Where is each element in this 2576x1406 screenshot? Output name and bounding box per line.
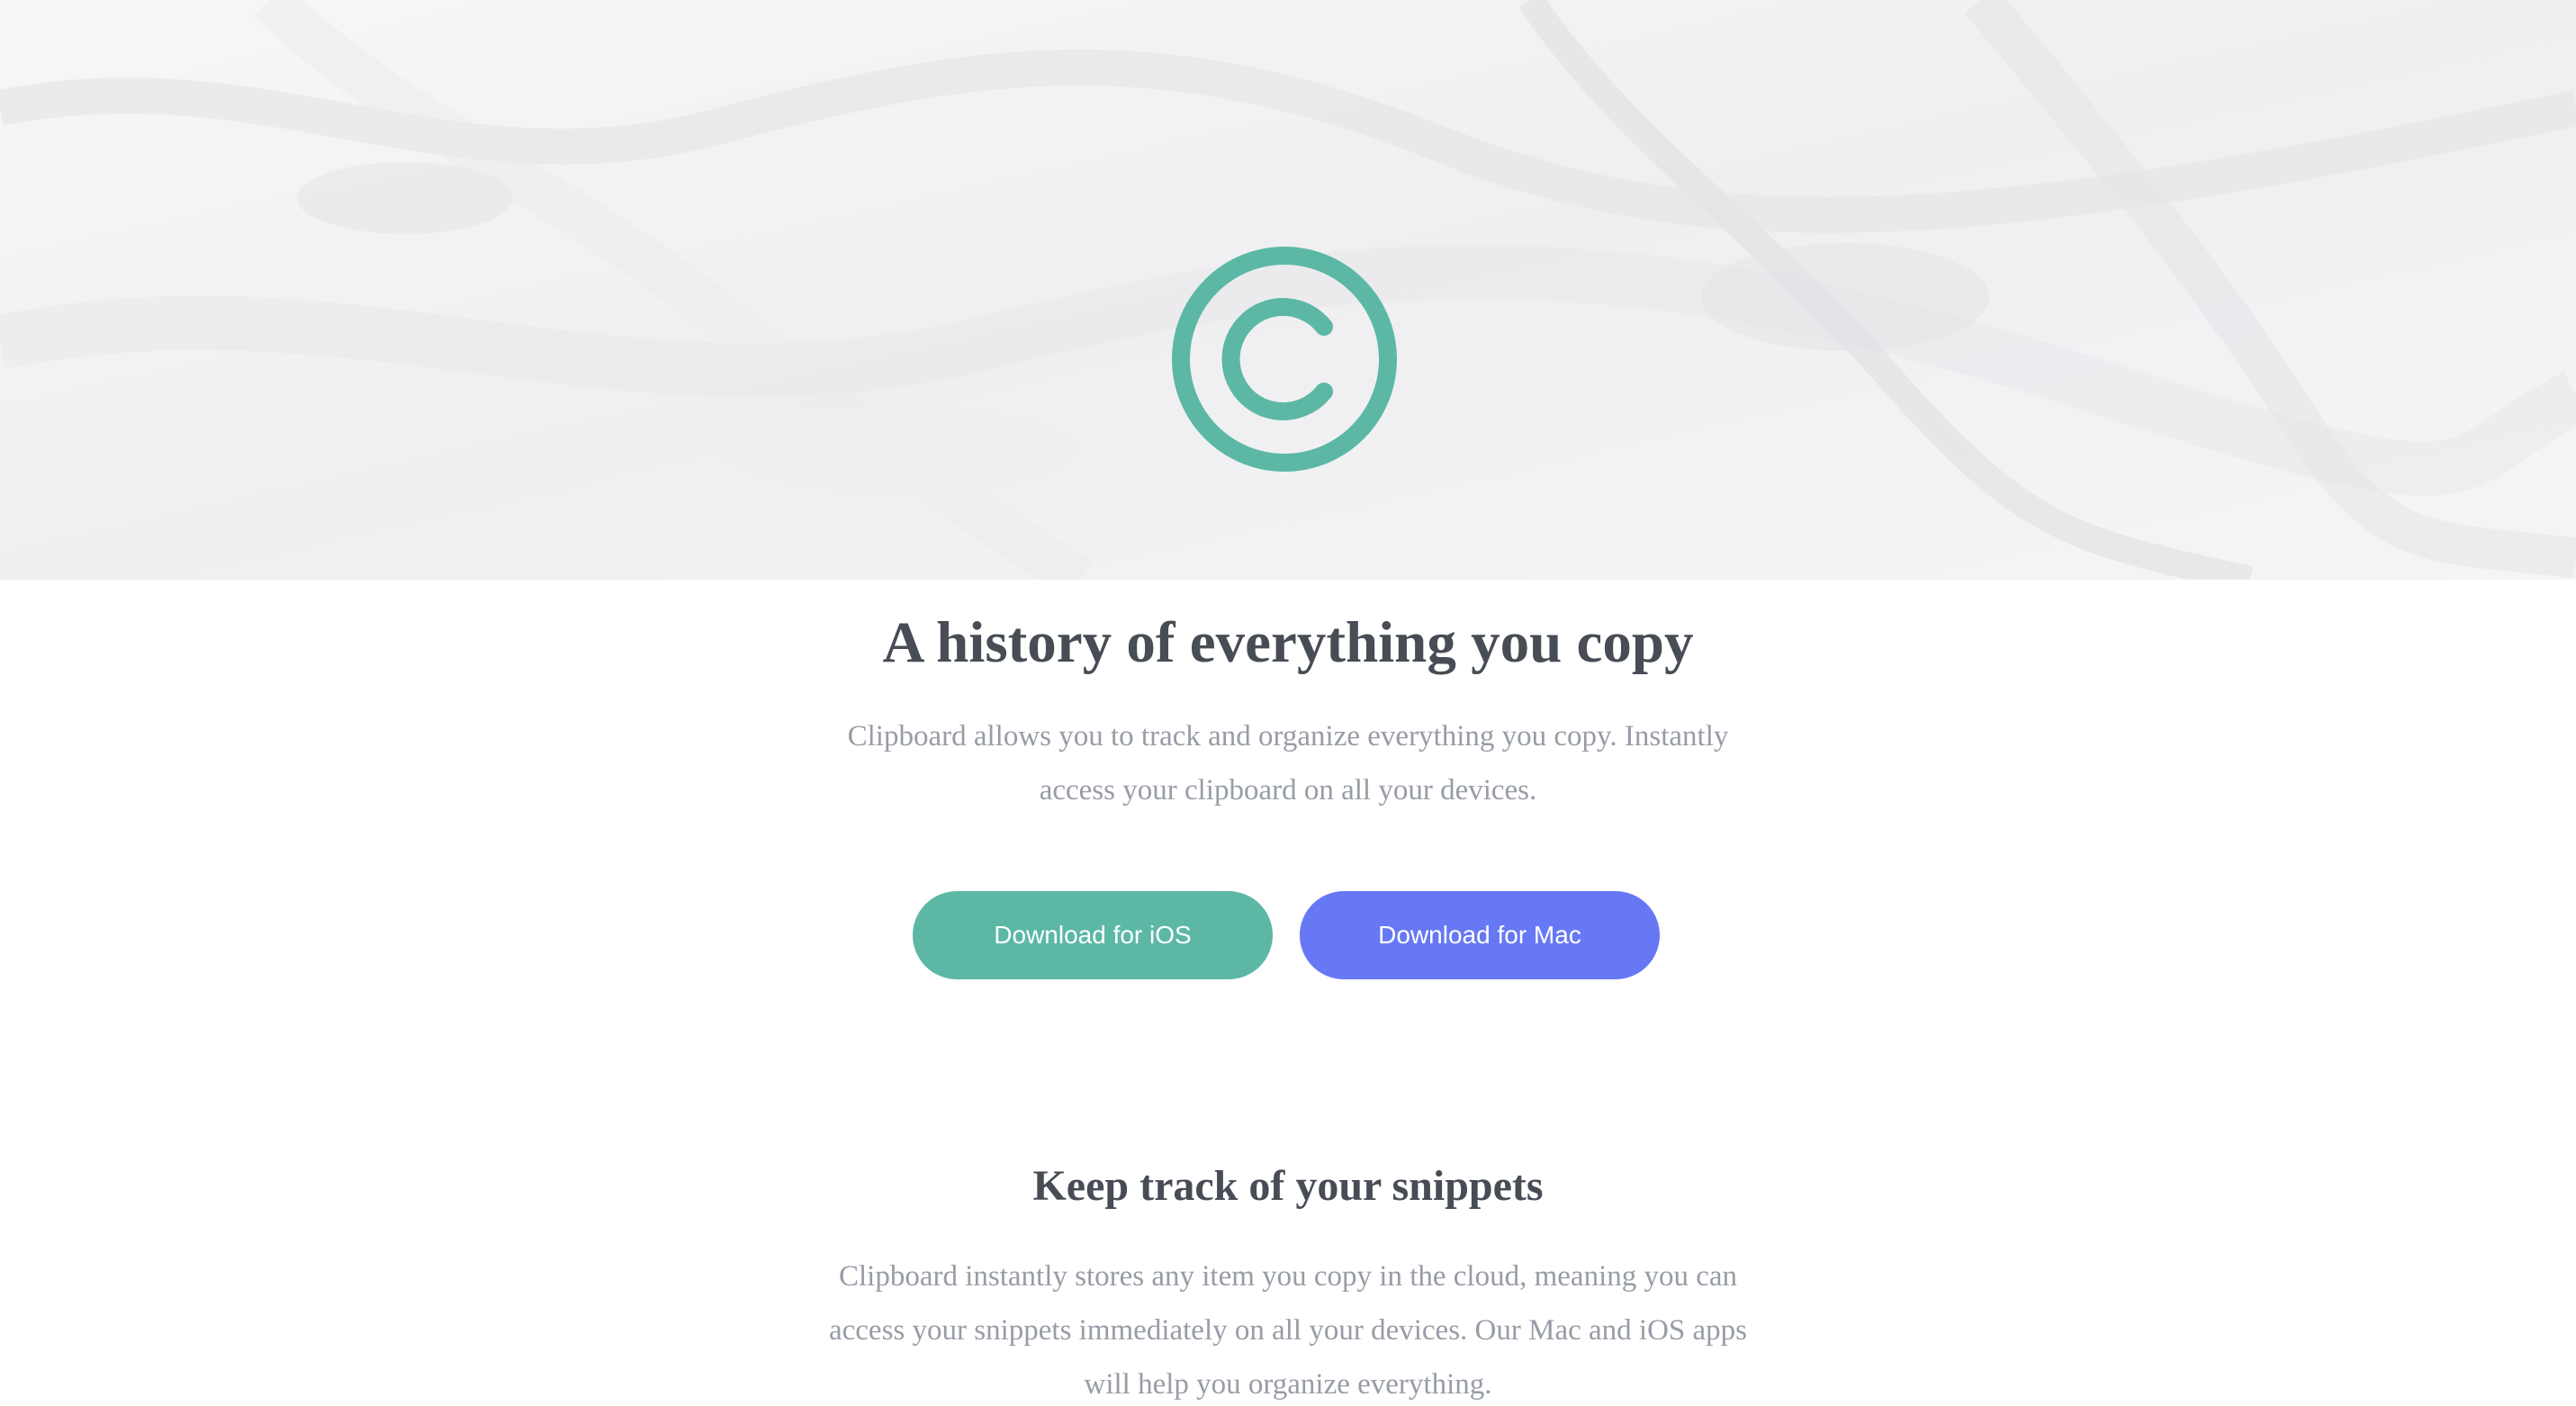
page-headline: A history of everything you copy — [882, 610, 1694, 675]
hero-banner — [0, 0, 2576, 580]
features-description: Clipboard instantly stores any item you … — [828, 1260, 1747, 1401]
download-ios-button[interactable]: Download for iOS — [913, 891, 1273, 979]
download-mac-button[interactable]: Download for Mac — [1300, 891, 1660, 979]
page-description: Clipboard allows you to track and organi… — [847, 720, 1729, 807]
features-title: Keep track of your snippets — [1032, 1162, 1544, 1210]
copyright-circle-icon — [1172, 247, 1397, 472]
